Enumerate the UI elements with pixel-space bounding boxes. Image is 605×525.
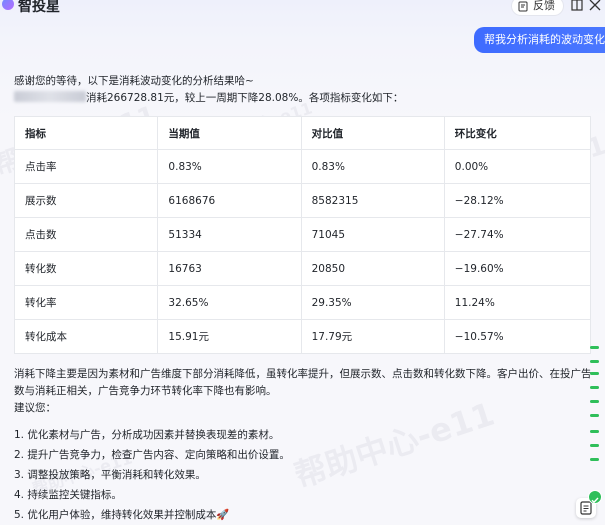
table-cell: 0.00% (443, 149, 592, 184)
close-icon[interactable] (588, 0, 602, 13)
table-row: 转化率 32.65% 29.35% 11.24% (13, 285, 592, 320)
assistant-answer: 感谢您的等待，以下是消耗波动变化的分析结果哈~ 消耗266728.81元，较上一… (14, 73, 599, 107)
table-row: 点击率 0.83% 0.83% 0.00% (13, 149, 592, 184)
table-cell: −28.12% (443, 183, 592, 218)
table-cell: 点击率 (13, 149, 159, 184)
user-message-bubble: 帮我分析消耗的波动变化 (474, 27, 605, 53)
redacted-account-name (14, 91, 86, 102)
advice-title: 建议您： (14, 402, 56, 414)
table-cell: 0.83% (157, 149, 302, 184)
table-cell: 20850 (300, 251, 445, 286)
scroll-marker[interactable] (590, 458, 599, 461)
list-item: 5. 优化用户体验，维持转化效果并控制成本🚀 (14, 509, 230, 521)
table-cell: −27.74% (443, 217, 592, 252)
table-cell: 11.24% (443, 285, 592, 320)
table-cell: −10.57% (443, 319, 592, 354)
table-cell: 8582315 (300, 183, 445, 218)
feedback-icon (518, 1, 528, 11)
scroll-marker[interactable] (590, 430, 599, 433)
split-window-icon[interactable] (570, 0, 584, 13)
feedback-label: 反馈 (533, 0, 555, 12)
list-item: 1. 优化素材与广告，分析成功因素并替换表现差的素材。 (14, 429, 280, 441)
table-cell: 51334 (157, 217, 302, 252)
table-cell: 转化数 (13, 251, 159, 286)
table-header-row: 指标 当期值 对比值 环比变化 (13, 116, 592, 150)
table-cell: 点击数 (13, 217, 159, 252)
list-item: 3. 调整投放策略，平衡消耗和转化效果。 (14, 469, 206, 481)
app-title: 智投星 (18, 0, 60, 15)
table-cell: 17.79元 (300, 319, 445, 354)
table-cell: 29.35% (300, 285, 445, 320)
analysis-text: 消耗下降主要是因为素材和广告维度下部分消耗降低，虽转化率提升，但展示数、点击数和… (14, 366, 594, 417)
table-cell: 32.65% (157, 285, 302, 320)
answer-summary: 消耗266728.81元，较上一周期下降28.08%。各项指标变化如下： (86, 92, 404, 104)
table-cell: 16763 (157, 251, 302, 286)
scroll-markers (590, 340, 600, 480)
title-bar: 智投星 反馈 (0, 0, 605, 18)
table-cell: 0.83% (300, 149, 445, 184)
feedback-button[interactable]: 反馈 (512, 0, 563, 15)
scroll-marker[interactable] (590, 414, 599, 417)
scroll-marker[interactable] (590, 386, 599, 389)
logo-icon (2, 0, 14, 10)
table-cell: 展示数 (13, 183, 159, 218)
table-cell: 6168676 (157, 183, 302, 218)
table-cell: 71045 (300, 217, 445, 252)
table-row: 转化数 16763 20850 −19.60% (13, 251, 592, 286)
column-header-current: 当期值 (157, 116, 302, 150)
table-cell: 转化率 (13, 285, 159, 320)
list-item: 4. 持续监控关键指标。 (14, 489, 122, 501)
scroll-marker[interactable] (590, 346, 599, 349)
list-item: 2. 提升广告竞争力，检查广告内容、定向策略和出价设置。 (14, 449, 290, 461)
column-header-compare: 对比值 (300, 116, 445, 150)
column-header-metric: 指标 (13, 116, 159, 150)
check-icon (588, 490, 602, 504)
column-header-change: 环比变化 (443, 116, 592, 150)
metrics-table: 指标 当期值 对比值 环比变化 点击率 0.83% 0.83% 0.00% 展示… (13, 116, 592, 354)
scroll-marker[interactable] (590, 444, 599, 447)
advice-list: 1. 优化素材与广告，分析成功因素并替换表现差的素材。 2. 提升广告竞争力，检… (14, 425, 554, 525)
analysis-paragraph: 消耗下降主要是因为素材和广告维度下部分消耗降低，虽转化率提升，但展示数、点击数和… (14, 368, 592, 397)
table-row: 点击数 51334 71045 −27.74% (13, 217, 592, 252)
table-row: 转化成本 15.91元 17.79元 −10.57% (13, 319, 592, 354)
table-cell: −19.60% (443, 251, 592, 286)
scroll-marker[interactable] (590, 372, 599, 375)
table-cell: 转化成本 (13, 319, 159, 354)
answer-greeting: 感谢您的等待，以下是消耗波动变化的分析结果哈~ (14, 75, 254, 87)
scroll-marker[interactable] (590, 360, 599, 363)
table-row: 展示数 6168676 8582315 −28.12% (13, 183, 592, 218)
scroll-marker[interactable] (590, 400, 599, 403)
answer-summary-line: 消耗266728.81元，较上一周期下降28.08%。各项指标变化如下： (14, 90, 599, 107)
table-cell: 15.91元 (157, 319, 302, 354)
